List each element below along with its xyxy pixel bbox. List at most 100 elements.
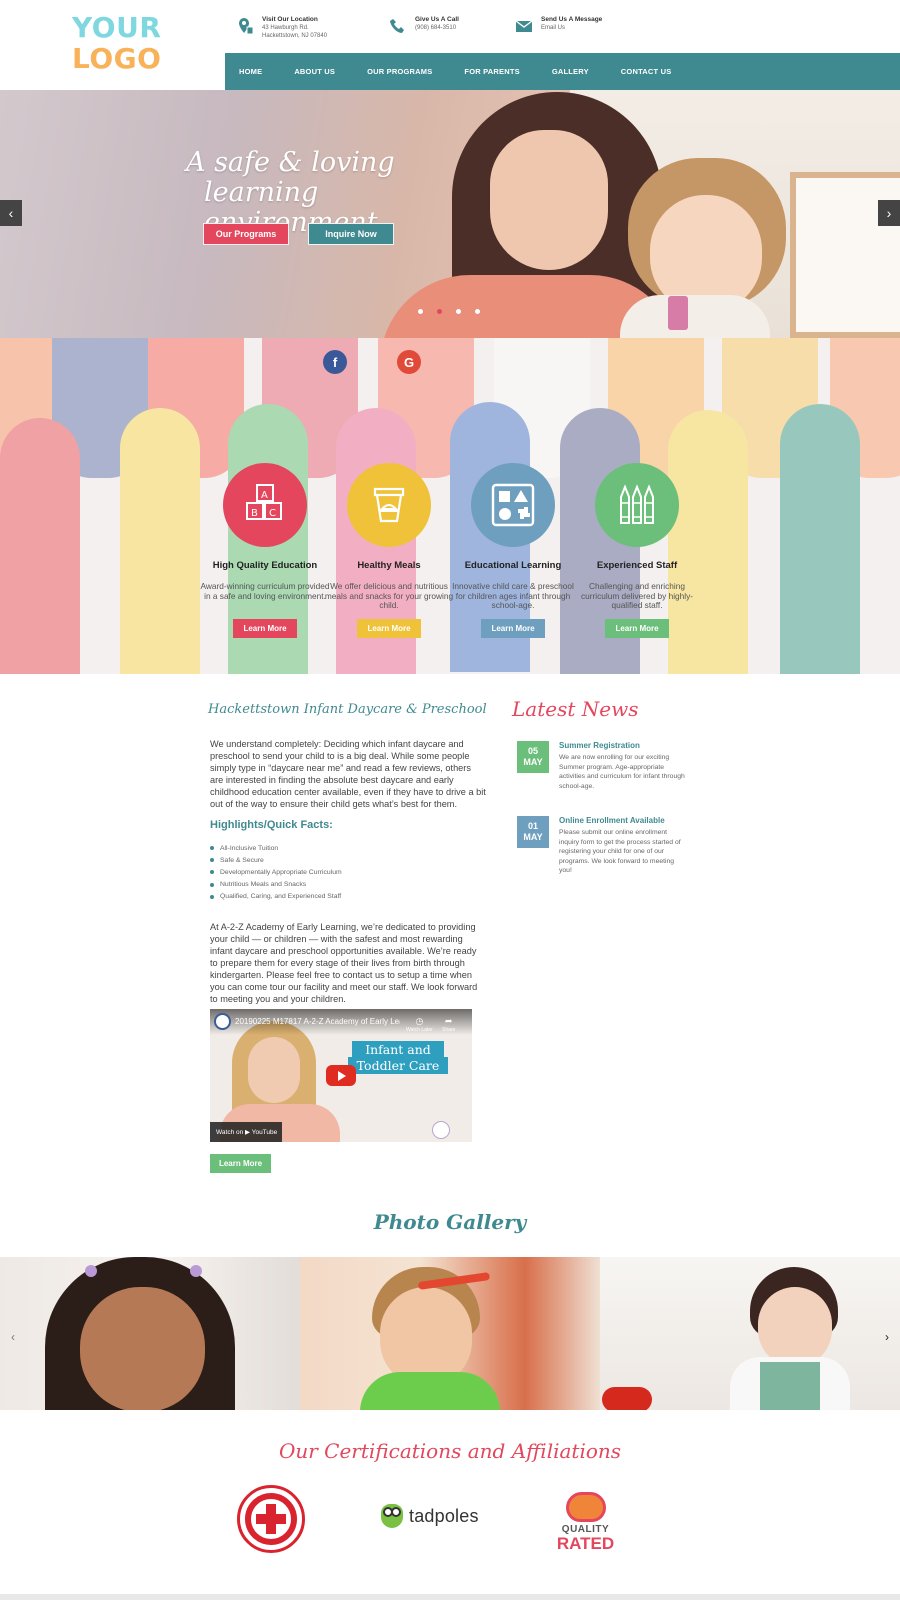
- news-date-badge: 05 MAY: [517, 741, 549, 773]
- news-headline[interactable]: Online Enrollment Available: [559, 816, 665, 825]
- apple-icon: [565, 1492, 606, 1522]
- hero-prev-arrow-icon[interactable]: ‹: [0, 200, 22, 226]
- gallery-photo-toddler[interactable]: [600, 1257, 900, 1410]
- contact-phone-number: (908) 684-3510: [415, 25, 457, 31]
- contact-location[interactable]: Visit Our Location 43 Hawburgh Rd. Hackett…: [236, 16, 327, 40]
- share-label: Share: [442, 1027, 456, 1033]
- photo-gallery: ‹ ›: [0, 1257, 900, 1410]
- bullet-icon: [210, 882, 214, 887]
- hero-slider: A safe & loving learning environment Our…: [0, 90, 900, 338]
- learn-more-button[interactable]: Learn More: [605, 619, 669, 638]
- latest-news-title: Latest News: [512, 697, 639, 721]
- slider-dot-3[interactable]: [456, 309, 461, 314]
- highlight-text: Developmentally Appropriate Curriculum: [220, 868, 342, 876]
- play-button-icon[interactable]: [326, 1065, 356, 1086]
- gallery-photo-boy[interactable]: [300, 1257, 600, 1410]
- feature-experienced-staff: Experienced Staff Challenging and enrich…: [572, 463, 702, 638]
- frog-icon: [381, 1504, 403, 1528]
- nav-our-programs[interactable]: OUR PROGRAMS: [367, 67, 432, 76]
- photo-shirt-shape: [360, 1372, 500, 1410]
- slider-dot-2[interactable]: [437, 309, 442, 314]
- quality-rated-logo[interactable]: QUALITY RATED: [548, 1492, 623, 1558]
- channel-avatar-icon[interactable]: [214, 1013, 231, 1030]
- hero-bulletin-board: [790, 172, 900, 338]
- food-container-icon: [347, 463, 431, 547]
- feature-title: Educational Learning: [464, 560, 562, 571]
- slider-dots: [418, 309, 494, 314]
- youtube-video-embed[interactable]: 20190225 M17817 A-2-Z Academy of Early L…: [210, 1009, 472, 1142]
- content-title: Hackettstown Infant Daycare & Preschool: [208, 702, 487, 717]
- hero-girl-body: [620, 295, 770, 338]
- nav-gallery[interactable]: GALLERY: [552, 67, 589, 76]
- main-nav: HOME ABOUT US OUR PROGRAMS FOR PARENTS G…: [225, 53, 900, 90]
- photo-hairclip-shape: [190, 1265, 202, 1277]
- nav-for-parents[interactable]: FOR PARENTS: [464, 67, 519, 76]
- tadpoles-logo[interactable]: tadpoles: [381, 1504, 479, 1528]
- highlight-text: All-Inclusive Tuition: [220, 844, 279, 852]
- learn-more-button[interactable]: Learn More: [481, 619, 545, 638]
- our-programs-button[interactable]: Our Programs: [203, 223, 289, 245]
- feature-title: High Quality Education: [212, 560, 318, 571]
- video-person-face: [248, 1037, 300, 1103]
- slider-dot-1[interactable]: [418, 309, 423, 314]
- logo[interactable]: YOUR LOGO: [72, 12, 161, 74]
- list-item: Nutritious Meals and Snacks: [210, 879, 342, 891]
- photo-gallery-title: Photo Gallery: [373, 1210, 527, 1234]
- photo-pepper-shape: [602, 1387, 652, 1410]
- news-month: MAY: [523, 757, 543, 767]
- video-banner-line2: Toddler Care: [348, 1057, 448, 1074]
- intro-paragraph: We understand completely: Deciding which…: [210, 739, 486, 809]
- list-item: All-Inclusive Tuition: [210, 842, 342, 854]
- hero-toy-block: [668, 296, 688, 330]
- feature-text: Challenging and enriching curriculum del…: [580, 581, 694, 610]
- video-title[interactable]: 20190225 M17817 A-2-Z Academy of Early L…: [235, 1017, 400, 1026]
- tadpoles-wordmark: tadpoles: [409, 1505, 479, 1526]
- watch-later-button[interactable]: ◷ Watch Later: [406, 1016, 433, 1033]
- facebook-icon[interactable]: f: [323, 350, 347, 374]
- news-text: Please submit our online enrollment inqu…: [559, 829, 681, 874]
- learn-more-button[interactable]: Learn More: [210, 1154, 271, 1173]
- inquire-now-button[interactable]: Inquire Now: [308, 223, 394, 245]
- logo-line2: LOGO: [72, 42, 162, 75]
- share-icon: ➦: [444, 1016, 453, 1026]
- certifications-title: Our Certifications and Affiliations: [278, 1439, 622, 1463]
- news-month: MAY: [523, 832, 543, 842]
- nav-about-us[interactable]: ABOUT US: [294, 67, 335, 76]
- contact-email-link[interactable]: Email Us: [541, 25, 565, 31]
- photo-face-shape: [80, 1287, 205, 1410]
- news-text: We are now enrolling for our exciting Su…: [559, 754, 685, 790]
- gallery-prev-arrow-icon[interactable]: ‹: [6, 1328, 20, 1346]
- nav-contact-us[interactable]: CONTACT US: [621, 67, 672, 76]
- feature-title: Healthy Meals: [357, 560, 421, 571]
- slider-dot-4[interactable]: [475, 309, 480, 314]
- watch-on-youtube-button[interactable]: Watch on ▶ YouTube: [210, 1122, 282, 1142]
- red-cross-certified-logo[interactable]: [237, 1485, 305, 1553]
- phone-icon: [390, 19, 404, 33]
- feature-text: Innovative child care & preschool for ch…: [452, 581, 574, 610]
- contact-phone[interactable]: Give Us A Call (908) 684-3510: [389, 16, 459, 35]
- location-icon: [239, 18, 254, 35]
- gallery-photo-girl[interactable]: [0, 1257, 300, 1410]
- nav-home[interactable]: HOME: [239, 67, 262, 76]
- feature-educational-learning: Educational Learning Innovative child ca…: [448, 463, 578, 638]
- video-banner-line1: Infant and: [352, 1041, 444, 1058]
- share-button[interactable]: ➦ Share: [442, 1016, 455, 1033]
- highlights-title: Highlights/Quick Facts:: [210, 819, 333, 831]
- mail-icon: [515, 20, 533, 32]
- learn-more-button[interactable]: Learn More: [357, 619, 421, 638]
- list-item: Developmentally Appropriate Curriculum: [210, 866, 342, 878]
- features-section: f G ABC High Quality Education Award-win…: [0, 338, 900, 674]
- learn-more-button[interactable]: Learn More: [233, 619, 297, 638]
- abc-blocks-icon: ABC: [223, 463, 307, 547]
- news-day: 05: [527, 746, 538, 756]
- shape-sorter-icon: [471, 463, 555, 547]
- hero-next-arrow-icon[interactable]: ›: [878, 200, 900, 226]
- gallery-next-arrow-icon[interactable]: ›: [880, 1328, 894, 1346]
- contact-email[interactable]: Send Us A Message Email Us: [515, 16, 602, 35]
- google-icon[interactable]: G: [397, 350, 421, 374]
- photo-apron-shape: [760, 1362, 820, 1410]
- bullet-icon: [210, 894, 214, 899]
- contact-location-line2: Hackettstown, NJ 07840: [262, 33, 328, 39]
- feature-text: Award-winning curriculum provided in a s…: [200, 581, 330, 601]
- news-headline[interactable]: Summer Registration: [559, 741, 640, 750]
